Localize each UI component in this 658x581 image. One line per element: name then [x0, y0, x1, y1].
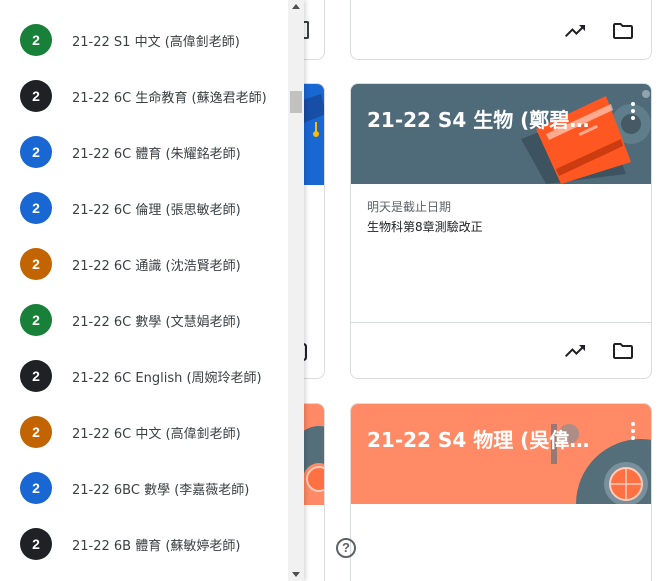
class-list-item-label: 21-22 6C 中文 (高偉釗老師) [72, 427, 241, 442]
folder-icon[interactable] [611, 19, 635, 43]
lab-illustration [551, 424, 651, 504]
class-list-item-label: 21-22 6C 倫理 (張思敏老師) [72, 203, 241, 218]
class-list-item-label: 21-22 6B 體育 (蘇敏婷老師) [72, 539, 241, 554]
class-avatar-badge: 2 [20, 192, 52, 224]
class-list-item[interactable]: 2 21-22 6C 通識 (沈浩賢老師) [0, 236, 288, 292]
help-icon[interactable]: ? [336, 538, 356, 558]
scrollbar[interactable] [288, 0, 304, 581]
class-avatar-badge: 2 [20, 360, 52, 392]
more-vert-icon[interactable] [629, 422, 637, 442]
class-card-top-right[interactable] [350, 0, 652, 60]
card-footer-biology [351, 322, 651, 378]
class-avatar-badge: 2 [20, 80, 52, 112]
class-list-item[interactable]: 2 21-22 6BC 數學 (李嘉薇老師) [0, 460, 288, 516]
class-list-item-label: 21-22 6C 數學 (文慧娟老師) [72, 315, 241, 330]
trending-up-icon[interactable] [563, 19, 587, 43]
class-list-item-label: 21-22 6C English (周婉玲老師) [72, 371, 262, 386]
card-title-physics[interactable]: 21-22 S4 物理 (吳偉軒老師) [367, 424, 601, 453]
class-avatar-badge: 2 [20, 248, 52, 280]
scrollbar-thumb[interactable] [290, 91, 302, 113]
book-illustration [521, 90, 651, 184]
class-avatar-badge: 2 [20, 472, 52, 504]
class-list-item[interactable]: 2 21-22 6C 倫理 (張思敏老師) [0, 180, 288, 236]
class-avatar-badge: 2 [20, 528, 52, 560]
card-title-biology[interactable]: 21-22 S4 生物 (鄭碧珊老師) [367, 104, 601, 133]
class-list-item-label: 21-22 S1 中文 (高偉釗老師) [72, 35, 240, 50]
card-header-biology[interactable]: 21-22 S4 生物 (鄭碧珊老師) [351, 84, 651, 184]
class-list-item-label: 21-22 6BC 數學 (李嘉薇老師) [72, 483, 250, 498]
class-list-drawer: 2 21-22 S1 中文 (高偉釗老師) 2 21-22 6C 生命教育 (蘇逸君老… [0, 0, 304, 581]
scroll-up-arrow-icon[interactable] [292, 4, 300, 9]
class-list-item[interactable]: 2 21-22 6C English (周婉玲老師) [0, 348, 288, 404]
class-list-item-label: 21-22 6C 體育 (朱耀銘老師) [72, 147, 241, 162]
class-avatar-badge: 2 [20, 416, 52, 448]
class-avatar-badge: 2 [20, 304, 52, 336]
class-list-item[interactable]: 2 21-22 6C 生命教育 (蘇逸君老師) [0, 68, 288, 124]
class-avatar-badge: 2 [20, 24, 52, 56]
class-list-item[interactable]: 2 21-22 6C 體育 (朱耀銘老師) [0, 124, 288, 180]
class-list-item[interactable]: 2 21-22 6C 數學 (文慧娟老師) [0, 292, 288, 348]
due-assignment-link[interactable]: 生物科第8章測驗改正 [367, 218, 483, 235]
class-list-item[interactable]: 2 21-22 6B 體育 (蘇敏婷老師) [0, 516, 288, 572]
due-label: 明天是截止日期 [367, 200, 452, 214]
class-card-physics[interactable]: 21-22 S4 物理 (吳偉軒老師) [350, 403, 652, 581]
card-header-physics[interactable]: 21-22 S4 物理 (吳偉軒老師) [351, 404, 651, 504]
class-list-item-label: 21-22 6C 通識 (沈浩賢老師) [72, 259, 241, 274]
class-avatar-badge: 2 [20, 136, 52, 168]
class-card-biology[interactable]: 21-22 S4 生物 (鄭碧珊老師) 明天是截止日期 生物科第8章測驗改正 [350, 83, 652, 379]
trending-up-icon[interactable] [563, 339, 587, 363]
class-list-item-label: 21-22 6C 生命教育 (蘇逸君老師) [72, 91, 267, 106]
folder-icon[interactable] [611, 339, 635, 363]
class-list-item[interactable]: 2 21-22 6C 中文 (高偉釗老師) [0, 404, 288, 460]
scroll-down-arrow-icon[interactable] [292, 572, 300, 577]
more-vert-icon[interactable] [629, 102, 637, 122]
class-list-item[interactable]: 2 21-22 S1 中文 (高偉釗老師) [0, 12, 288, 68]
